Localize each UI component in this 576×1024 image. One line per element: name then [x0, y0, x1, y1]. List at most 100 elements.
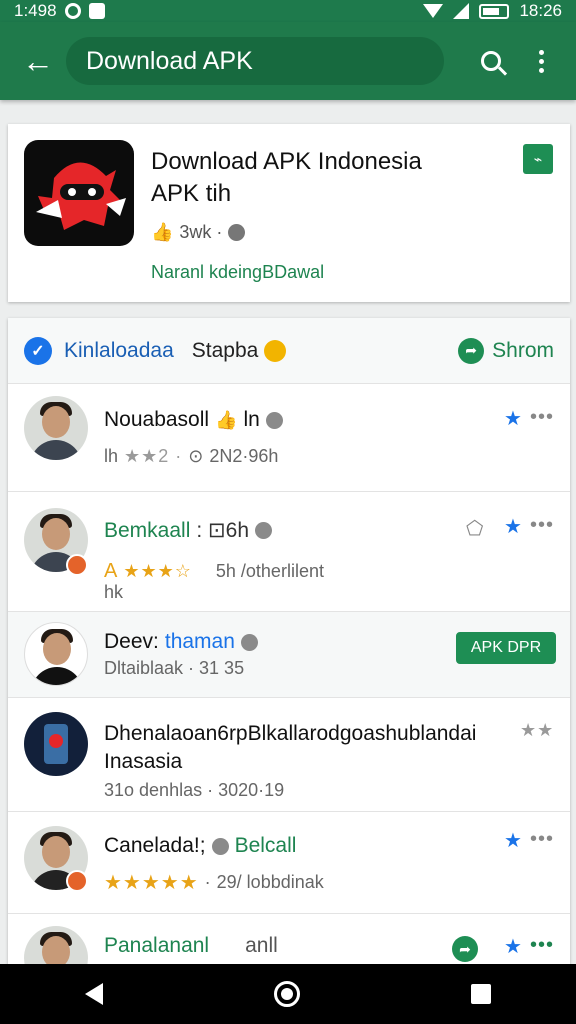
smile-emoji-icon — [264, 339, 287, 362]
status-bar: 1:498 18:26 — [0, 0, 576, 22]
feed-header-label[interactable]: Kinlaloadaa — [64, 339, 174, 363]
app-meta: 👍 3wk · — [151, 222, 246, 243]
star-button[interactable]: ★ — [504, 406, 522, 431]
avatar — [24, 926, 88, 968]
star-button[interactable]: ★ — [504, 514, 522, 539]
reviewer-name-text: Canelada!; — [104, 834, 206, 857]
nav-recents-button[interactable] — [470, 984, 491, 1004]
reviewer-suffix: ln — [243, 408, 260, 431]
share-icon[interactable]: ➦ — [452, 936, 478, 962]
badge-icon — [66, 870, 88, 892]
list-item[interactable]: Panalananl anll ➦ ★ ••• — [8, 914, 570, 968]
reviewer-name: Nouabasoll 👍 ln — [104, 408, 283, 432]
apk-download-button[interactable]: APK DPR — [456, 632, 556, 664]
globe-icon — [265, 411, 283, 429]
more-button[interactable]: ••• — [530, 406, 554, 429]
review-meta: A ★★★☆ 5h /otherlilent — [104, 560, 324, 583]
reviewer-name: Canelada!; Belcall — [104, 834, 296, 858]
review-title-line-1: Dhenalaoan6rpBlkallarodgoashublandai — [104, 722, 477, 745]
app-title-line-1: Download APK Indonesia — [151, 148, 422, 175]
review-meta: Dltaiblaak · 31 35 — [104, 658, 244, 679]
list-item[interactable]: Dhenalaoan6rpBlkallarodgoashublandai Ina… — [8, 698, 570, 812]
avatar — [24, 622, 88, 686]
app-bar: ← Download APK — [0, 22, 576, 100]
list-item[interactable]: Nouabasoll 👍 ln lh ★★2 · ⊙ 2N2·96h ★ ••• — [8, 384, 570, 492]
review-extra: hk — [104, 582, 123, 603]
reviewer-name-text: Panalananl — [104, 934, 210, 957]
review-meta-prefix: A — [104, 560, 118, 582]
search-icon — [481, 51, 501, 71]
list-item[interactable]: Canelada!; Belcall ★★★★★ · 29/ lobbdinak… — [8, 812, 570, 914]
system-nav-bar — [0, 964, 576, 1024]
rating-stars: ★★★☆ — [123, 561, 192, 581]
search-button[interactable] — [466, 33, 516, 89]
review-time: 5h /otherlilent — [215, 561, 324, 581]
review-meta-prefix: lh — [104, 446, 119, 466]
verified-icon: ✓ — [24, 336, 52, 365]
more-button[interactable]: ••• — [530, 514, 554, 537]
review-meta-text: 31o denhlas · 3020·19 — [104, 780, 285, 800]
nav-home-button[interactable] — [273, 981, 300, 1007]
review-title-2: Inasasia — [104, 750, 182, 774]
reviewer-name-text: Deev: — [104, 630, 159, 653]
nav-back-button[interactable] — [85, 983, 104, 1005]
reviewer-suffix: anll — [245, 934, 278, 957]
reviewer-name: Panalananl anll — [104, 934, 278, 958]
search-input[interactable]: Download APK — [66, 37, 444, 85]
app-logo — [24, 140, 134, 246]
globe-icon — [228, 224, 246, 241]
notification-icon — [88, 3, 105, 19]
star-button[interactable]: ★ — [504, 934, 522, 959]
feed-header: ✓ Kinlaloadaa Stapba ➦ Shrom — [8, 318, 570, 384]
back-button[interactable]: ← — [10, 33, 66, 89]
review-title-line-2: Inasasia — [104, 750, 183, 773]
overflow-menu-button[interactable] — [516, 33, 566, 89]
app-title-line-2: APK tih — [151, 180, 232, 207]
rating-stars: ★★2 · — [124, 446, 183, 466]
review-extra-text: hk — [104, 582, 124, 602]
clock-icon — [211, 837, 229, 855]
battery-icon — [479, 3, 510, 19]
link-icon: ⊙ — [188, 446, 204, 466]
review-time: 29/ lobbdinak — [216, 872, 324, 892]
review-meta: 31o denhlas · 3020·19 — [104, 780, 284, 801]
status-time-right: 18:26 — [519, 1, 562, 20]
app-title: Download APK Indonesia APK tih — [151, 146, 511, 210]
star-button[interactable]: ★ — [504, 828, 522, 853]
more-button[interactable]: ••• — [530, 828, 554, 851]
review-meta: lh ★★2 · ⊙ 2N2·96h — [104, 446, 278, 467]
sync-icon — [64, 3, 81, 19]
search-text: Download APK — [86, 46, 253, 75]
avatar — [24, 712, 88, 776]
signal-icon — [453, 3, 470, 19]
review-meta-text: Dltaiblaak · 31 35 — [104, 658, 245, 678]
bookmark-button[interactable]: ⌁ — [523, 144, 553, 174]
badge-icon — [66, 554, 88, 576]
ninja-logo-icon — [36, 162, 126, 230]
reviewer-name-text: Bemkaall — [104, 518, 191, 542]
more-button[interactable]: ••• — [530, 934, 554, 957]
review-meta: ★★★★★ · 29/ lobbdinak — [104, 872, 324, 894]
globe-icon — [255, 522, 272, 539]
globe-icon — [240, 633, 258, 651]
avatar — [24, 396, 88, 460]
review-title: Dhenalaoan6rpBlkallarodgoashublandai — [104, 722, 476, 746]
list-item[interactable]: Deev: thaman Dltaiblaak · 31 35 APK DPR — [8, 612, 570, 698]
list-item[interactable]: Bemkaall : ⊡6h A ★★★☆ 5h /otherlilent hk… — [8, 492, 570, 612]
share-outline-icon[interactable]: ⬠ — [466, 516, 484, 541]
review-time: 2N2·96h — [209, 446, 279, 466]
app-developer[interactable]: Naranl kdeingBDawal — [151, 262, 324, 283]
app-card[interactable]: Download APK Indonesia APK tih 👍 3wk · N… — [8, 124, 570, 302]
share-label: Shrom — [492, 338, 554, 362]
share-button[interactable]: ➦ Shrom — [458, 337, 554, 364]
reviewer-name: Deev: thaman — [104, 630, 258, 654]
apk-button-label: APK DPR — [470, 639, 542, 656]
thumb-up-icon: 👍 — [215, 409, 238, 430]
bookmark-icon: ⌁ — [533, 150, 543, 167]
reviewer-name-text: Nouabasoll — [104, 408, 210, 431]
star-outline-icon[interactable]: ★★ — [520, 720, 554, 741]
arrow-back-icon: ← — [22, 42, 54, 79]
rating-stars: ★★★★★ — [104, 872, 199, 894]
status-time-left: 1:498 — [14, 1, 57, 20]
more-vert-icon — [538, 49, 544, 73]
